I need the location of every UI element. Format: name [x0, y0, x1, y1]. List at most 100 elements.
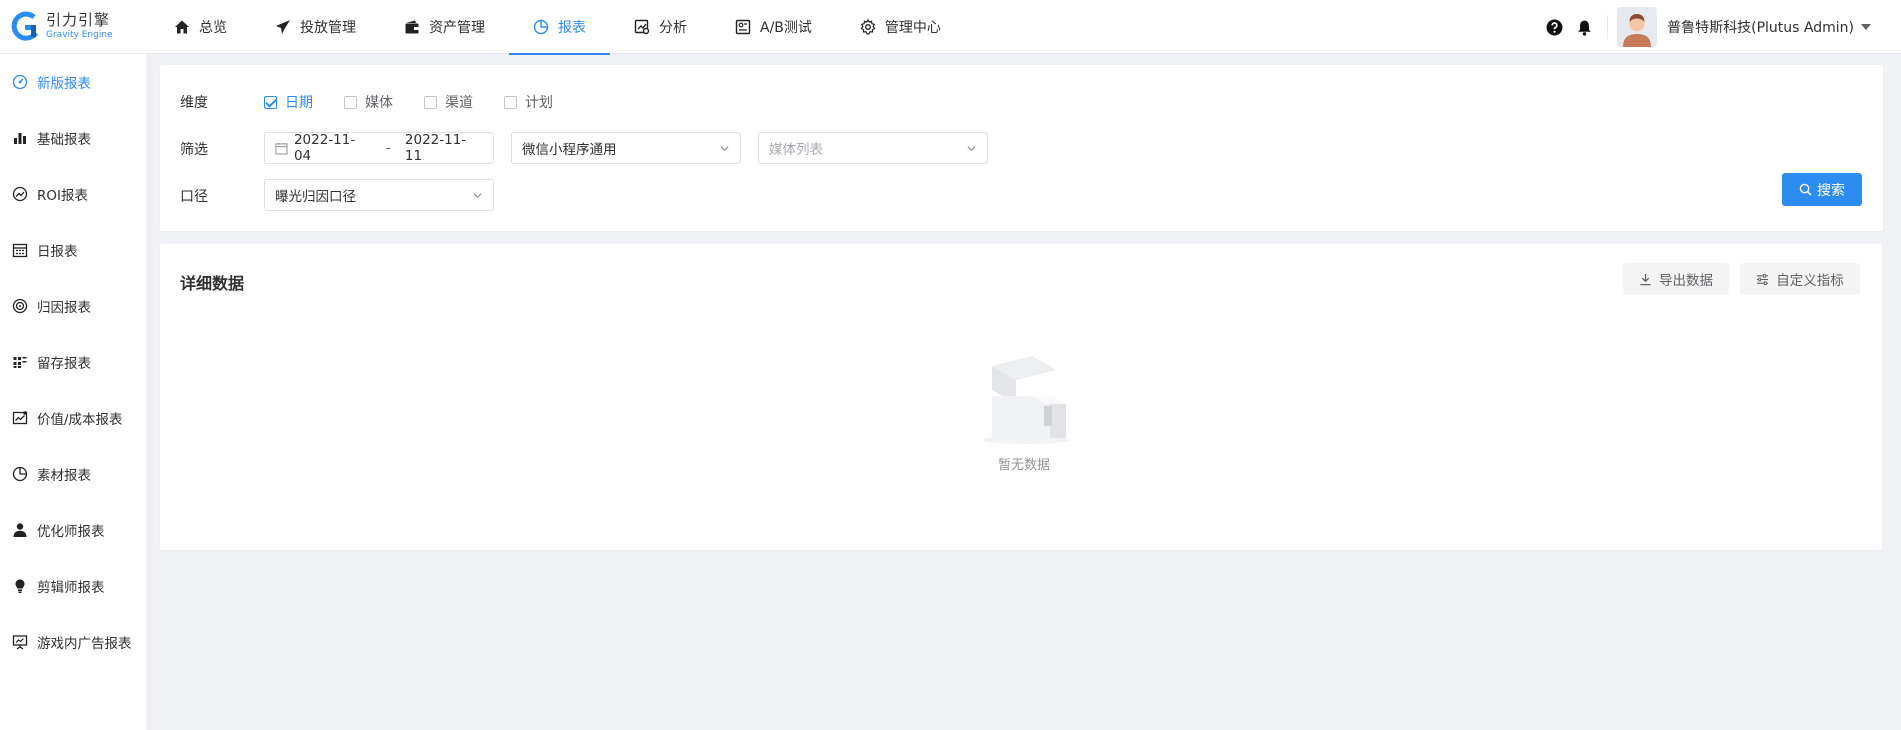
sidebar-item-ingame-ad-report[interactable]: 游戏内广告报表 [0, 614, 147, 670]
date-start[interactable]: 2022-11-04 [294, 132, 372, 164]
logo[interactable]: 引力引擎 Gravity Engine [0, 0, 150, 54]
ab-test-icon [735, 19, 751, 34]
value-chart-icon [12, 411, 28, 425]
app-select-value: 微信小程序通用 [522, 142, 617, 158]
wallet-icon [405, 20, 419, 33]
bar-chart-icon [14, 133, 26, 144]
caliber-label: 口径 [180, 189, 208, 205]
sidebar-item-label: 素材报表 [37, 468, 91, 484]
export-data-label: 导出数据 [1659, 273, 1713, 289]
search-button-label: 搜索 [1817, 182, 1845, 199]
dimension-checkbox-media[interactable]: 媒体 [344, 92, 393, 112]
filter-panel: 维度 日期 媒体 渠道 计划 筛选 2022-11-04 - 2022-11-1… [160, 65, 1883, 231]
detail-title: 详细数据 [180, 274, 245, 293]
dimension-checkbox-plan[interactable]: 计划 [504, 92, 553, 112]
sidebar-item-retention-report[interactable]: 留存报表 [0, 334, 147, 390]
presentation-icon [12, 635, 28, 650]
calendar-icon [12, 243, 28, 258]
empty-box-icon [982, 356, 1070, 444]
sidebar-item-label: 留存报表 [37, 356, 91, 372]
top-bar: 引力引擎 Gravity Engine 总览 投放管理 资产管理 报表 分析 A… [0, 0, 1901, 55]
checkbox-label: 渠道 [445, 95, 473, 111]
chevron-down-icon[interactable] [1861, 24, 1871, 30]
checkbox-box[interactable] [424, 95, 437, 109]
send-icon [276, 19, 290, 34]
calendar-icon [275, 142, 288, 155]
divider [1607, 15, 1609, 39]
nav-asset-management[interactable]: 资产管理 [380, 0, 509, 54]
app-select[interactable]: 微信小程序通用 [511, 132, 741, 164]
date-separator: - [386, 140, 391, 156]
analysis-icon [634, 19, 650, 34]
nav-admin-center[interactable]: 管理中心 [836, 0, 965, 54]
target-icon [12, 298, 28, 314]
nav-label: 分析 [659, 19, 687, 36]
sidebar-item-daily-report[interactable]: 日报表 [0, 222, 147, 278]
checkbox-box[interactable] [264, 95, 277, 109]
avatar-image [1617, 7, 1658, 47]
home-icon [175, 20, 189, 33]
search-icon [1799, 183, 1812, 196]
sidebar-item-label: 归因报表 [37, 300, 91, 316]
sidebar-item-label: ROI报表 [37, 188, 88, 204]
media-select-placeholder: 媒体列表 [769, 142, 823, 158]
sidebar-item-new-report[interactable]: 新版报表 [0, 54, 147, 110]
export-data-button[interactable]: 导出数据 [1623, 263, 1729, 295]
bell-icon[interactable] [1576, 19, 1593, 36]
nav-ab-test[interactable]: A/B测试 [711, 0, 836, 54]
nav-label: A/B测试 [760, 19, 812, 36]
dimension-label: 维度 [180, 95, 208, 111]
nav-label: 管理中心 [884, 19, 941, 36]
empty-state: 暂无数据 [969, 348, 1079, 473]
sidebar-item-label: 剪辑师报表 [37, 580, 105, 596]
download-icon [1640, 273, 1651, 285]
nav-reports[interactable]: 报表 [509, 0, 610, 55]
media-select[interactable]: 媒体列表 [758, 132, 988, 164]
trend-icon [12, 186, 28, 202]
empty-text: 暂无数据 [997, 458, 1050, 473]
custom-metrics-button[interactable]: 自定义指标 [1740, 263, 1860, 295]
nav-overview[interactable]: 总览 [150, 0, 251, 54]
date-end[interactable]: 2022-11-11 [405, 132, 483, 164]
checkbox-label: 日期 [285, 95, 313, 111]
nav-label: 投放管理 [300, 19, 356, 36]
filter-label: 筛选 [180, 142, 208, 158]
sidebar-item-roi-report[interactable]: ROI报表 [0, 166, 147, 222]
user-name[interactable]: 普鲁特斯科技(Plutus Admin) [1667, 17, 1854, 37]
sidebar-item-basic-report[interactable]: 基础报表 [0, 110, 147, 166]
sidebar-item-label: 价值/成本报表 [37, 412, 123, 428]
logo-icon [11, 11, 39, 41]
sidebar-item-label: 新版报表 [37, 76, 91, 92]
checkbox-box[interactable] [344, 95, 357, 109]
checkbox-box[interactable] [504, 95, 517, 109]
gear-icon [860, 18, 876, 35]
nav-analysis[interactable]: 分析 [610, 0, 711, 54]
caliber-select-value: 曝光归因口径 [275, 189, 356, 205]
nav-label: 总览 [199, 19, 227, 36]
logo-subtitle: Gravity Engine [46, 30, 113, 40]
caliber-select[interactable]: 曝光归因口径 [264, 179, 494, 211]
bulb-icon [15, 579, 25, 593]
help-icon[interactable] [1546, 19, 1563, 36]
dimension-checkbox-channel[interactable]: 渠道 [424, 92, 473, 112]
sidebar-item-material-report[interactable]: 素材报表 [0, 446, 147, 502]
sidebar-item-value-cost-report[interactable]: 价值/成本报表 [0, 390, 147, 446]
nav-label: 报表 [558, 19, 586, 36]
search-button[interactable]: 搜索 [1782, 173, 1862, 206]
pie-chart-icon [533, 19, 549, 34]
main-nav: 总览 投放管理 资产管理 报表 分析 A/B测试 管理中心 [150, 0, 965, 55]
avatar[interactable] [1617, 7, 1658, 47]
sidebar-item-editor-report[interactable]: 剪辑师报表 [0, 558, 147, 614]
sidebar-item-attribution-report[interactable]: 归因报表 [0, 278, 147, 334]
sidebar-item-label: 游戏内广告报表 [37, 636, 132, 652]
dimension-checkbox-date[interactable]: 日期 [264, 92, 313, 112]
date-range-picker[interactable]: 2022-11-04 - 2022-11-11 [264, 132, 494, 164]
nav-ad-management[interactable]: 投放管理 [251, 0, 380, 54]
pie-icon [12, 466, 28, 482]
sidebar-item-label: 基础报表 [37, 132, 91, 148]
dashboard-icon [12, 74, 28, 90]
detail-panel: 详细数据 导出数据 自定义指标 暂无数据 [160, 244, 1882, 550]
sidebar-item-optimizer-report[interactable]: 优化师报表 [0, 502, 147, 558]
checkbox-label: 媒体 [365, 95, 393, 111]
sliders-icon [1757, 273, 1769, 285]
